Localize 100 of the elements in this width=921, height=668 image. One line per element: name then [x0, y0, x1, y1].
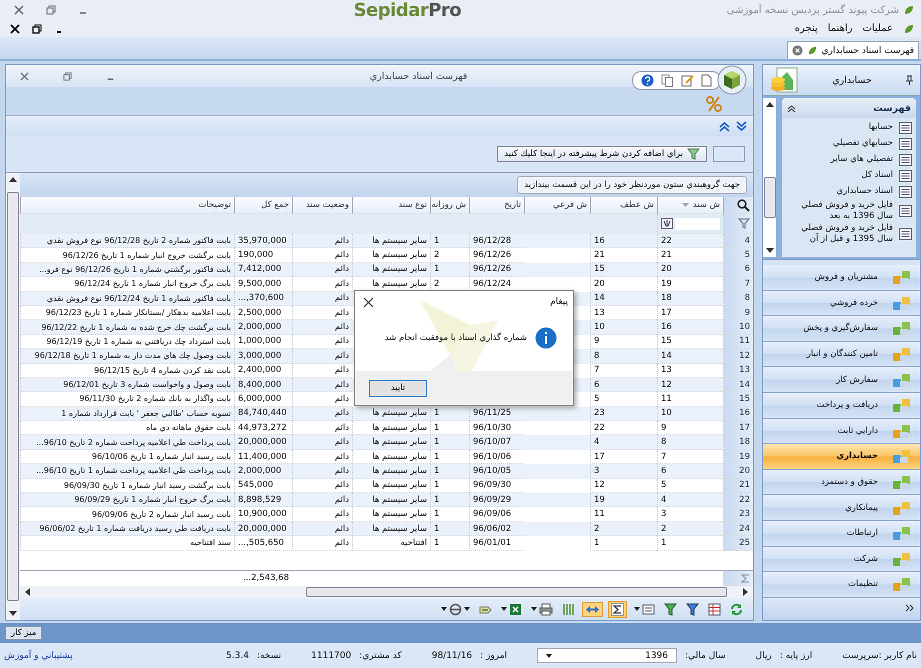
- menu-item[interactable]: راهنما: [828, 23, 852, 34]
- table-cell: دائم: [334, 264, 349, 274]
- search-icon[interactable]: [737, 198, 750, 212]
- scroll-thumb[interactable]: [764, 177, 776, 218]
- table-cell: تسويه حساب 'طالبي جعفر ' بابت قرارداد شماره 1: [61, 408, 231, 418]
- ok-button[interactable]: تاييد: [369, 380, 427, 396]
- scrollbar[interactable]: [763, 98, 776, 257]
- column-header[interactable]: ش روزانه: [431, 200, 466, 210]
- toolbar-button[interactable]: [632, 602, 657, 616]
- toolbar-button[interactable]: [662, 602, 679, 616]
- collapse-icon[interactable]: [719, 120, 730, 132]
- module-button[interactable]: تنظيمات: [763, 572, 920, 598]
- module-button[interactable]: ارتباطات: [763, 520, 920, 547]
- list-item[interactable]: حسابها: [786, 120, 912, 135]
- table-cell: 6: [661, 466, 666, 476]
- list-item[interactable]: حسابهاي تفصيلي: [786, 136, 912, 151]
- table-cell: ...,505,650: [238, 538, 284, 548]
- column-header[interactable]: ش عطف: [620, 200, 654, 210]
- column-header[interactable]: ش فرعي: [553, 200, 587, 210]
- module-button[interactable]: شركت: [763, 546, 920, 572]
- scrollbar[interactable]: [6, 173, 20, 620]
- table-cell: بابت دريافت طي رسيد دريافت شماره 1 تاريخ 96/06/02: [39, 524, 231, 533]
- module-button[interactable]: سفارش‌گيري و پخش: [763, 316, 920, 342]
- table-cell: 8: [661, 437, 666, 448]
- group-header[interactable]: فهرست: [782, 98, 916, 118]
- table-cell: 9: [661, 422, 666, 433]
- collapse-icon[interactable]: [787, 104, 796, 112]
- caret-icon: [531, 607, 537, 611]
- scroll-down-icon[interactable]: [766, 248, 774, 254]
- scroll-thumb[interactable]: [7, 192, 19, 601]
- table-cell: 12: [661, 380, 672, 390]
- toolbar-button[interactable]: [439, 602, 472, 616]
- module-button[interactable]: تامين كنندگان و انبار: [763, 342, 920, 368]
- scroll-thumb[interactable]: [306, 587, 727, 597]
- document-tab[interactable]: فهرست اسناد حسابداري: [786, 41, 919, 59]
- new-document-icon[interactable]: [701, 74, 712, 86]
- table-cell: 17: [661, 308, 672, 318]
- chevron-icon[interactable]: [905, 604, 914, 614]
- advanced-filter-button[interactable]: براي اضافه كردن شرط پيشرفته در اينجا كليك كنيد: [497, 146, 707, 162]
- toolbar-button[interactable]: [706, 602, 723, 616]
- scroll-right-icon[interactable]: [743, 588, 749, 596]
- list-item[interactable]: تفصيلي هاي ساير: [786, 152, 912, 167]
- module-button[interactable]: حقوق و دستمزد: [763, 470, 920, 496]
- table-cell: 16: [661, 322, 672, 332]
- copy-icon[interactable]: [661, 74, 674, 86]
- table-cell: 1: [434, 480, 440, 490]
- table-cell: 96/12/28: [473, 236, 512, 246]
- column-header[interactable]: تاريخ: [504, 200, 521, 210]
- toolbar-button[interactable]: [499, 602, 524, 616]
- list-item[interactable]: فايل خريد و فروش فصلي سال 1396 به بعد: [786, 200, 912, 222]
- module-button[interactable]: دريافت و پرداخت: [763, 392, 920, 419]
- filter-field[interactable]: [713, 146, 745, 162]
- module-button[interactable]: سفارش كار: [763, 367, 920, 393]
- scrollbar[interactable]: [20, 586, 753, 598]
- column-header[interactable]: جمع كل: [261, 200, 289, 210]
- module-button[interactable]: مشتريان و فروش: [763, 265, 920, 291]
- workspace-button[interactable]: میز کار: [5, 626, 42, 640]
- close-icon[interactable]: [10, 24, 20, 34]
- table-cell: 21: [661, 250, 672, 260]
- table-cell: بابت رسيد انبار شماره 2 تاريخ 96/09/06: [92, 510, 231, 519]
- menu-item[interactable]: عمليات: [862, 23, 893, 34]
- year-dropdown[interactable]: 1396: [537, 648, 678, 663]
- pin-icon[interactable]: [905, 75, 914, 85]
- column-header[interactable]: ش سند: [692, 200, 720, 210]
- filter-icon[interactable]: [738, 218, 750, 229]
- list-item[interactable]: اسناد كل: [786, 168, 912, 183]
- expand-icon[interactable]: [736, 120, 747, 132]
- list-item[interactable]: فايل خريد و فروش فصلي سال 1395 و قبل از آن: [786, 223, 912, 245]
- operator-icon[interactable]: [661, 218, 673, 229]
- restore-icon[interactable]: [32, 24, 42, 34]
- status-value: 98/11/16: [432, 650, 472, 660]
- blocks-icon: [892, 575, 912, 594]
- toolbar-button[interactable]: [529, 602, 555, 616]
- column-header[interactable]: توضيحات: [198, 200, 231, 210]
- menu-item[interactable]: پنجره: [794, 23, 818, 34]
- list-item[interactable]: اسناد حسابداري: [786, 184, 912, 199]
- table-cell: 7: [594, 365, 600, 376]
- module-button[interactable]: پيمانكاري: [763, 495, 920, 521]
- column-header[interactable]: نوع سند: [398, 200, 427, 210]
- toolbar-button[interactable]: [684, 602, 701, 616]
- help-icon[interactable]: [641, 74, 654, 86]
- table-cell: سند افتتاحيه: [190, 538, 231, 548]
- status-value: 1111700: [311, 650, 352, 660]
- module-button[interactable]: حسابداري: [763, 444, 920, 470]
- scroll-up-icon[interactable]: [766, 101, 774, 107]
- filter-field[interactable]: [675, 218, 720, 230]
- scroll-left-icon[interactable]: [24, 588, 30, 596]
- table-cell: 96/01/01: [473, 538, 512, 548]
- scroll-up-icon[interactable]: [9, 176, 17, 182]
- edit-icon[interactable]: [681, 74, 694, 86]
- table-cell: 96/06/02: [473, 524, 512, 534]
- module-button[interactable]: دارايي ثابت: [763, 418, 920, 444]
- toolbar-button[interactable]: [608, 600, 627, 618]
- scroll-down-icon[interactable]: [9, 611, 17, 617]
- support-link[interactable]: پشتيباني و آموزش: [4, 650, 73, 660]
- status-label: نسخه:: [256, 650, 282, 660]
- filter-icon: [687, 148, 700, 160]
- close-icon[interactable]: [363, 296, 374, 308]
- column-header[interactable]: وضعيت سند: [306, 200, 349, 210]
- module-button[interactable]: خرده فروشي: [763, 290, 920, 316]
